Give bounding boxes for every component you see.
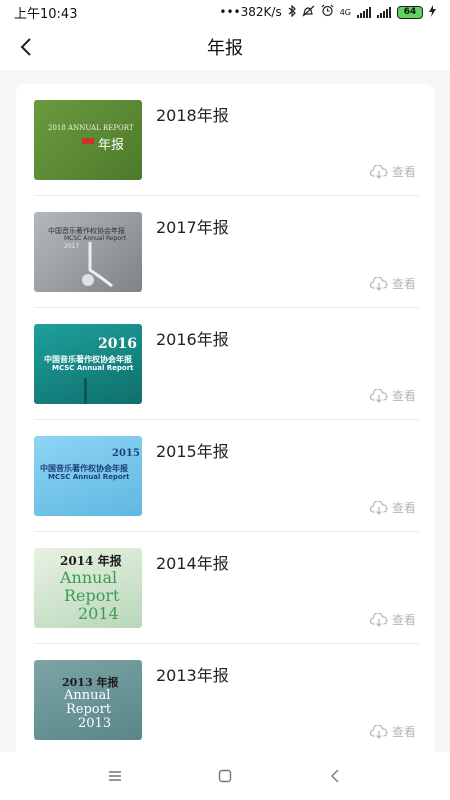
back-button[interactable] [12, 33, 40, 61]
home-button[interactable] [205, 756, 245, 796]
cover-graphic [84, 378, 87, 404]
cloud-download-icon [369, 164, 388, 179]
menu-button[interactable] [95, 756, 135, 796]
report-title: 2015年报 [156, 442, 229, 461]
signal-icon [357, 6, 371, 18]
view-label: 查看 [391, 389, 416, 403]
music-note-graphic [82, 242, 113, 288]
cover-text: 2018 ANNUAL REPORT [48, 124, 134, 132]
report-item-2015[interactable]: 2015 中国音乐著作权协会年报 MCSC Annual Report 2015… [16, 420, 434, 532]
status-bar: 上午10:43 •••382K/s 4G 64 [0, 0, 450, 24]
view-button[interactable]: 查看 [369, 723, 416, 740]
report-item-2013[interactable]: 2013 年报 Annual Report 2013 2013年报 查看 [16, 644, 434, 756]
cover-text: Report [64, 586, 120, 605]
mute-icon [302, 5, 315, 20]
cloud-download-icon [369, 612, 388, 627]
view-button[interactable]: 查看 [369, 499, 416, 516]
cloud-download-icon [369, 388, 388, 403]
cloud-download-icon [369, 276, 388, 291]
cover-text: 2013 [78, 716, 112, 731]
status-time: 上午10:43 [14, 6, 78, 22]
battery-level: 64 [403, 7, 417, 17]
report-cover-2014: 2014 年报 Annual Report 2014 [34, 548, 142, 628]
view-label: 查看 [391, 725, 416, 739]
report-title: 2014年报 [156, 554, 229, 573]
cover-text: Annual [60, 568, 118, 587]
report-title: 2013年报 [156, 666, 229, 685]
view-label: 查看 [391, 501, 416, 515]
report-item-2018[interactable]: 2018 ANNUAL REPORT 年报 2018年报 查看 [16, 84, 434, 196]
charging-icon [429, 4, 436, 20]
status-icons: •••382K/s 4G 64 [219, 4, 436, 20]
menu-icon [109, 771, 121, 781]
view-button[interactable]: 查看 [369, 387, 416, 404]
cover-text: MCSC Annual Report [52, 364, 134, 372]
report-cover-2015: 2015 中国音乐著作权协会年报 MCSC Annual Report [34, 436, 142, 516]
cover-logo [82, 138, 94, 144]
battery-icon: 64 [397, 5, 423, 19]
report-item-2014[interactable]: 2014 年报 Annual Report 2014 2014年报 查看 [16, 532, 434, 644]
cover-text: 年报 [98, 138, 125, 153]
report-item-2016[interactable]: 2016 中国音乐著作权协会年报 MCSC Annual Report 2016… [16, 308, 434, 420]
report-cover-2018: 2018 ANNUAL REPORT 年报 [34, 100, 142, 180]
report-title: 2016年报 [156, 330, 229, 349]
report-item-2017[interactable]: 中国音乐著作权协会年报 MCSC Annual Report 2017 2017… [16, 196, 434, 308]
cover-text: 2017 [64, 243, 80, 250]
view-label: 查看 [391, 613, 416, 627]
cover-text: Report [66, 702, 112, 717]
report-list: 2018 ANNUAL REPORT 年报 2018年报 查看 中国音乐著作权协… [16, 84, 434, 764]
report-cover-2016: 2016 中国音乐著作权协会年报 MCSC Annual Report [34, 324, 142, 404]
cover-text: Annual [64, 688, 111, 703]
cloud-download-icon [369, 500, 388, 515]
report-cover-2017: 中国音乐著作权协会年报 MCSC Annual Report 2017 [34, 212, 142, 292]
network-speed: •••382K/s [219, 5, 282, 19]
report-cover-2013: 2013 年报 Annual Report 2013 [34, 660, 142, 740]
bluetooth-icon [288, 4, 296, 20]
cover-text: MCSC Annual Report [48, 473, 130, 481]
view-label: 查看 [391, 165, 416, 179]
nav-back-button[interactable] [315, 756, 355, 796]
cover-text: 2014 年报 [60, 554, 122, 568]
chevron-left-icon [20, 38, 31, 56]
view-button[interactable]: 查看 [369, 275, 416, 292]
view-label: 查看 [391, 277, 416, 291]
page-title: 年报 [207, 38, 243, 59]
cover-text: 2015 [112, 448, 140, 459]
cover-text: 2014 [78, 604, 119, 623]
cover-text: 2016 [98, 336, 137, 352]
network-type: 4G [339, 7, 351, 17]
view-button[interactable]: 查看 [369, 611, 416, 628]
view-button[interactable]: 查看 [369, 163, 416, 180]
report-title: 2018年报 [156, 106, 229, 125]
back-triangle-icon [331, 769, 339, 783]
cloud-download-icon [369, 724, 388, 739]
report-title: 2017年报 [156, 218, 229, 237]
system-nav-bar [0, 752, 450, 800]
alarm-icon [321, 4, 334, 20]
signal-icon-2 [377, 6, 391, 18]
app-header: 年报 [0, 24, 450, 70]
home-square-icon [218, 769, 232, 783]
